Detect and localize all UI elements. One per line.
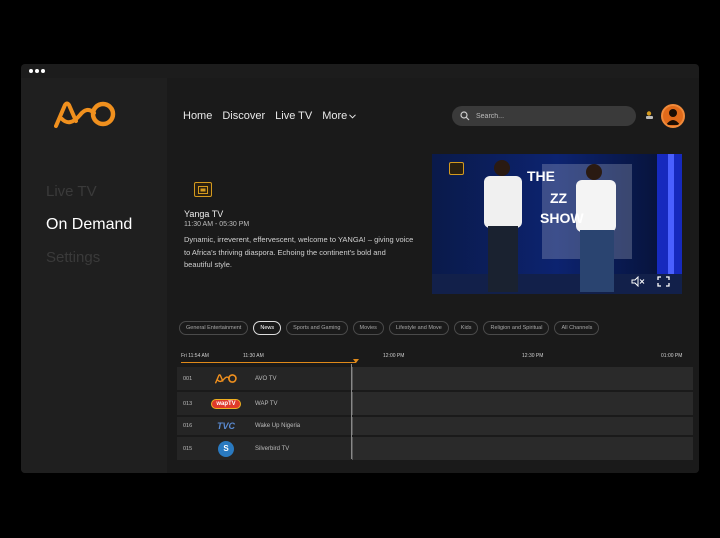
tv-icon — [198, 185, 208, 194]
sidebar-item-settings[interactable]: Settings — [46, 250, 132, 266]
guide-row[interactable]: 015 S Silverbird TV — [177, 437, 693, 460]
filter-kids[interactable]: Kids — [453, 321, 479, 335]
channel-logo-badge — [194, 182, 212, 197]
timeline-slot: 12:00 PM — [383, 353, 405, 359]
video-player[interactable]: THE ZZ SHOW — [432, 154, 682, 294]
channel-guide: 001 AVO TV 013 wapTV WAP TV 016 TVC Wake… — [177, 364, 693, 462]
guide-row[interactable]: 001 AVO TV — [177, 367, 693, 390]
program-lane[interactable] — [352, 367, 693, 390]
search-input[interactable] — [476, 112, 616, 120]
filter-general-entertainment[interactable]: General Entertainment — [179, 321, 249, 335]
fullscreen-icon — [656, 275, 670, 287]
filter-all-channels[interactable]: All Channels — [554, 321, 600, 335]
user-silhouette-icon — [666, 109, 680, 125]
channel-name: Silverbird TV — [255, 445, 290, 452]
channel-logo-wap: wapTV — [207, 392, 245, 415]
guide-row[interactable]: 013 wapTV WAP TV — [177, 392, 693, 415]
channel-logo-tvc: TVC — [207, 417, 245, 435]
channel-name: Wake Up Nigeria — [255, 423, 301, 429]
window-menu-dots[interactable] — [29, 69, 45, 73]
fullscreen-button[interactable] — [654, 274, 672, 288]
channel-number: 015 — [183, 445, 193, 452]
speaker-muted-icon — [631, 275, 645, 287]
player-sign-text-1: THE — [527, 168, 555, 184]
timeline-now-marker — [353, 359, 359, 363]
player-sign-text-2: ZZ — [550, 190, 568, 206]
silverbird-logo: S — [218, 440, 234, 457]
player-sign-text-3: SHOW — [540, 210, 584, 226]
filter-sports-gaming[interactable]: Sports and Gaming — [286, 321, 348, 335]
mute-button[interactable] — [628, 274, 648, 288]
channel-number: 001 — [183, 375, 193, 382]
sidebar-menu: Live TV On Demand Settings — [46, 184, 132, 283]
channel-name: AVO TV — [255, 375, 277, 382]
app-window: Live TV On Demand Settings Home Discover… — [21, 64, 699, 473]
program-lane[interactable] — [352, 417, 693, 435]
featured-channel-description: Dynamic, irreverent, effervescent, welco… — [184, 235, 414, 269]
filter-lifestyle[interactable]: Lifestyle and Move — [388, 321, 449, 335]
current-time-line — [351, 364, 352, 459]
wap-logo: wapTV — [211, 398, 241, 409]
program-lane[interactable] — [352, 437, 693, 460]
program-lane[interactable] — [352, 392, 693, 415]
timeline-current-time: Fri 11:54 AM — [181, 353, 209, 359]
sidebar-item-live-tv[interactable]: Live TV — [46, 184, 132, 200]
timeline-progress — [181, 362, 356, 363]
filter-religion[interactable]: Religion and Spiritual — [483, 321, 550, 335]
filter-movies[interactable]: Movies — [352, 321, 384, 335]
sidebar-item-on-demand[interactable]: On Demand — [46, 217, 132, 233]
featured-channel-name: Yanga TV — [184, 209, 224, 219]
filter-news[interactable]: News — [253, 321, 282, 335]
guide-row[interactable]: 016 TVC Wake Up Nigeria — [177, 417, 693, 435]
channel-logo-avo — [207, 367, 245, 390]
nav-discover[interactable]: Discover — [222, 110, 265, 122]
app-logo[interactable] — [54, 99, 116, 129]
nav-home[interactable]: Home — [183, 110, 212, 122]
sidebar: Live TV On Demand Settings — [21, 78, 167, 473]
search-icon — [460, 111, 470, 121]
channel-number: 013 — [183, 400, 193, 407]
nav-more[interactable]: More — [322, 110, 357, 122]
cast-icon[interactable] — [645, 110, 655, 120]
avatar[interactable] — [661, 104, 685, 128]
category-filters: General Entertainment News Sports and Ga… — [179, 321, 600, 335]
timeline-slot: 01:00 PM — [661, 353, 683, 359]
tvc-logo: TVC — [217, 421, 235, 431]
channel-logo-silverbird: S — [207, 437, 245, 460]
featured-channel-time: 11:30 AM - 05:30 PM — [184, 221, 250, 228]
timeline-slot: 11:30 AM — [243, 353, 264, 359]
avo-logo-icon — [215, 374, 237, 384]
channel-number: 016 — [183, 423, 193, 429]
nav-live-tv[interactable]: Live TV — [275, 110, 312, 122]
nav-more-label: More — [322, 110, 348, 122]
timeline-slot: 12:30 PM — [522, 353, 544, 359]
top-nav: Home Discover Live TV More — [183, 110, 357, 122]
main-content: Home Discover Live TV More Yanga TV 11:3… — [167, 78, 699, 473]
player-channel-badge — [449, 162, 464, 175]
search-bar[interactable] — [452, 106, 636, 126]
channel-name: WAP TV — [255, 400, 278, 407]
chevron-down-icon — [349, 113, 357, 119]
